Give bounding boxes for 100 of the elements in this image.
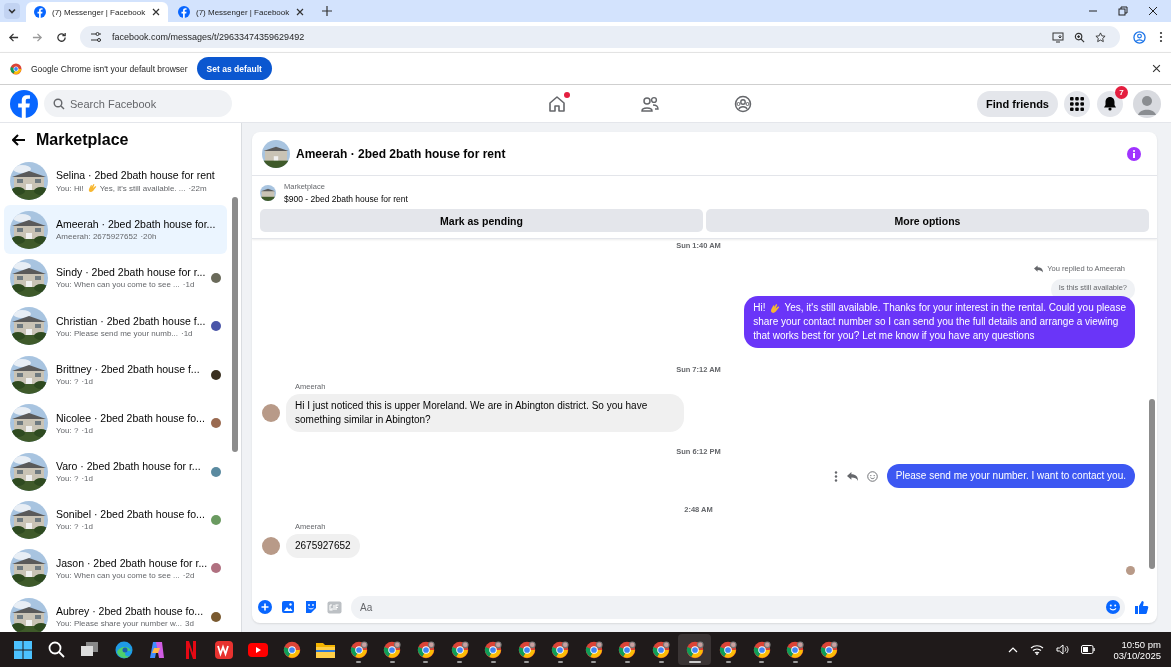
browser-tab[interactable]: (7) Messenger | Facebook: [170, 2, 312, 22]
menu-icon[interactable]: [1159, 31, 1163, 43]
task-view-icon[interactable]: [81, 642, 99, 657]
conversation-title: Selina · 2bed 2bath house for rent: [56, 169, 216, 182]
set-default-button[interactable]: Set as default: [196, 57, 272, 80]
facebook-logo[interactable]: [10, 89, 38, 118]
close-icon[interactable]: [1148, 6, 1158, 16]
chrome-icon: [719, 640, 738, 659]
home-icon[interactable]: [547, 94, 566, 113]
edge-icon[interactable]: [114, 640, 133, 659]
copilot-icon[interactable]: [148, 640, 167, 659]
close-icon[interactable]: [296, 8, 304, 16]
chevron-up-icon[interactable]: [1008, 646, 1019, 653]
message-text: Yes, it's still available. Thanks for your interest in the rental. Could you please: [784, 301, 1126, 315]
close-icon[interactable]: [1152, 64, 1161, 73]
conversation-item[interactable]: Sonibel · 2bed 2bath house fo... You: ? ·1d: [4, 495, 227, 545]
photo-icon[interactable]: [281, 600, 295, 614]
wifi-icon[interactable]: [1030, 644, 1045, 655]
conversation-item[interactable]: Jason · 2bed 2bath house for r... You: When can you come to see ... ·2d: [4, 544, 227, 593]
youtube-icon[interactable]: [247, 642, 268, 657]
reply-icon: [1034, 264, 1044, 273]
netflix-icon[interactable]: [184, 640, 197, 659]
message-time: ·2d: [182, 570, 195, 580]
sticker-icon[interactable]: [304, 600, 318, 614]
message-time: ·1d: [182, 280, 195, 290]
emoji-icon[interactable]: [1106, 600, 1120, 614]
listing-action-button[interactable]: More options: [706, 209, 1149, 232]
chrome-icon: [416, 640, 435, 659]
thumbs-up-icon[interactable]: [1134, 599, 1149, 615]
groups-icon[interactable]: [733, 94, 752, 113]
reload-icon[interactable]: [56, 31, 67, 43]
speaker-icon[interactable]: [1056, 644, 1070, 655]
reply-icon[interactable]: [846, 471, 858, 481]
sidebar-title: Marketplace: [36, 131, 129, 149]
notifications-button[interactable]: [1097, 90, 1123, 117]
new-tab-icon[interactable]: [322, 6, 332, 16]
message-time: ·22m: [188, 183, 207, 193]
conversation-item[interactable]: Selina · 2bed 2bath house for rent You: Hi! Yes, it's still available. ... ·22m: [4, 157, 227, 206]
conversation-item[interactable]: Brittney · 2bed 2bath house f... You: ? ·1d: [4, 350, 227, 399]
chrome-icon[interactable]: [282, 640, 301, 659]
conversation-item[interactable]: Nicolee · 2bed 2bath house fo... You: ? ·1d: [4, 398, 227, 448]
message-preview: You: ?: [56, 425, 79, 435]
more-icon[interactable]: [833, 470, 838, 482]
search-field[interactable]: Search Facebook: [44, 90, 232, 117]
back-icon[interactable]: [12, 134, 26, 146]
message-time: ·1d: [81, 522, 93, 532]
conversation-item[interactable]: Varo · 2bed 2bath house for r... You: ? ·1d: [4, 447, 227, 496]
windows-start-icon[interactable]: [13, 640, 32, 659]
site-settings-icon[interactable]: [90, 32, 102, 42]
info-icon[interactable]: [1127, 146, 1141, 161]
clock-time[interactable]: 10:50 pm: [1121, 638, 1161, 650]
message-bubble: Please send me your number. I want to contact you.: [886, 464, 1135, 488]
conversation-title: Brittney · 2bed 2bath house f...: [56, 363, 201, 376]
chrome-icon: [349, 640, 368, 659]
plus-icon[interactable]: [258, 600, 272, 614]
conversation-title: Sonibel · 2bed 2bath house fo...: [56, 508, 203, 521]
chrome-window-button[interactable]: [677, 634, 712, 665]
infobar-message: Google Chrome isn't your default browser: [31, 63, 188, 74]
menu-button[interactable]: [1064, 90, 1090, 117]
folder-icon[interactable]: [315, 641, 335, 658]
conversation-item[interactable]: Sindy · 2bed 2bath house for r... You: When can you come to see ... ·1d: [4, 253, 227, 303]
chrome-icon: [450, 640, 469, 659]
wps-icon[interactable]: [215, 640, 234, 659]
listing-action-button[interactable]: Mark as pending: [260, 209, 703, 232]
find-friends-button[interactable]: Find friends: [977, 90, 1058, 117]
grid-icon: [1070, 96, 1084, 111]
search-icon[interactable]: [47, 641, 65, 658]
conversation-item[interactable]: Ameerah · 2bed 2bath house for... Ameerah: 2675927652 ·20h: [4, 205, 227, 254]
star-icon[interactable]: [1095, 31, 1106, 43]
facebook-icon: [34, 6, 46, 18]
account-avatar[interactable]: [1133, 89, 1161, 118]
profile-icon[interactable]: [1133, 30, 1146, 44]
message-field[interactable]: Aa: [351, 595, 1125, 619]
waving-hand-icon: [86, 183, 97, 194]
address-field[interactable]: facebook.com/messages/t/29633474359629492: [80, 26, 1120, 48]
install-icon[interactable]: [1052, 31, 1064, 43]
conversation-item[interactable]: Christian · 2bed 2bath house f... You: Please send me your numb... ·1d: [4, 302, 227, 351]
chrome-icon: [551, 640, 570, 659]
conversation-title: Aubrey · 2bed 2bath house fo...: [56, 605, 203, 618]
close-icon[interactable]: [152, 8, 160, 16]
people-icon[interactable]: [640, 95, 659, 112]
chrome-icon: [584, 640, 603, 659]
notification-badge: 7: [1115, 85, 1128, 99]
tab-title: (7) Messenger | Facebook: [196, 7, 290, 17]
chrome-icon: [685, 640, 704, 659]
tab-title: (7) Messenger | Facebook: [52, 7, 146, 17]
forward-icon[interactable]: [32, 31, 43, 43]
chrome-icon: [383, 640, 402, 659]
message-preview: You: Hi!: [56, 183, 84, 193]
smiley-icon[interactable]: [866, 470, 878, 482]
battery-icon[interactable]: [1081, 645, 1096, 654]
bell-icon: [1103, 96, 1117, 111]
browser-tab[interactable]: (7) Messenger | Facebook: [26, 2, 168, 22]
restore-icon[interactable]: [1118, 6, 1128, 16]
clock-date[interactable]: 03/10/2025: [1113, 649, 1161, 661]
zoom-icon[interactable]: [1074, 31, 1085, 43]
back-icon[interactable]: [8, 31, 19, 43]
chrome-icon: [517, 640, 536, 659]
message-preview: Ameerah: 2675927652: [56, 232, 138, 242]
tab-search-button[interactable]: [4, 3, 20, 19]
